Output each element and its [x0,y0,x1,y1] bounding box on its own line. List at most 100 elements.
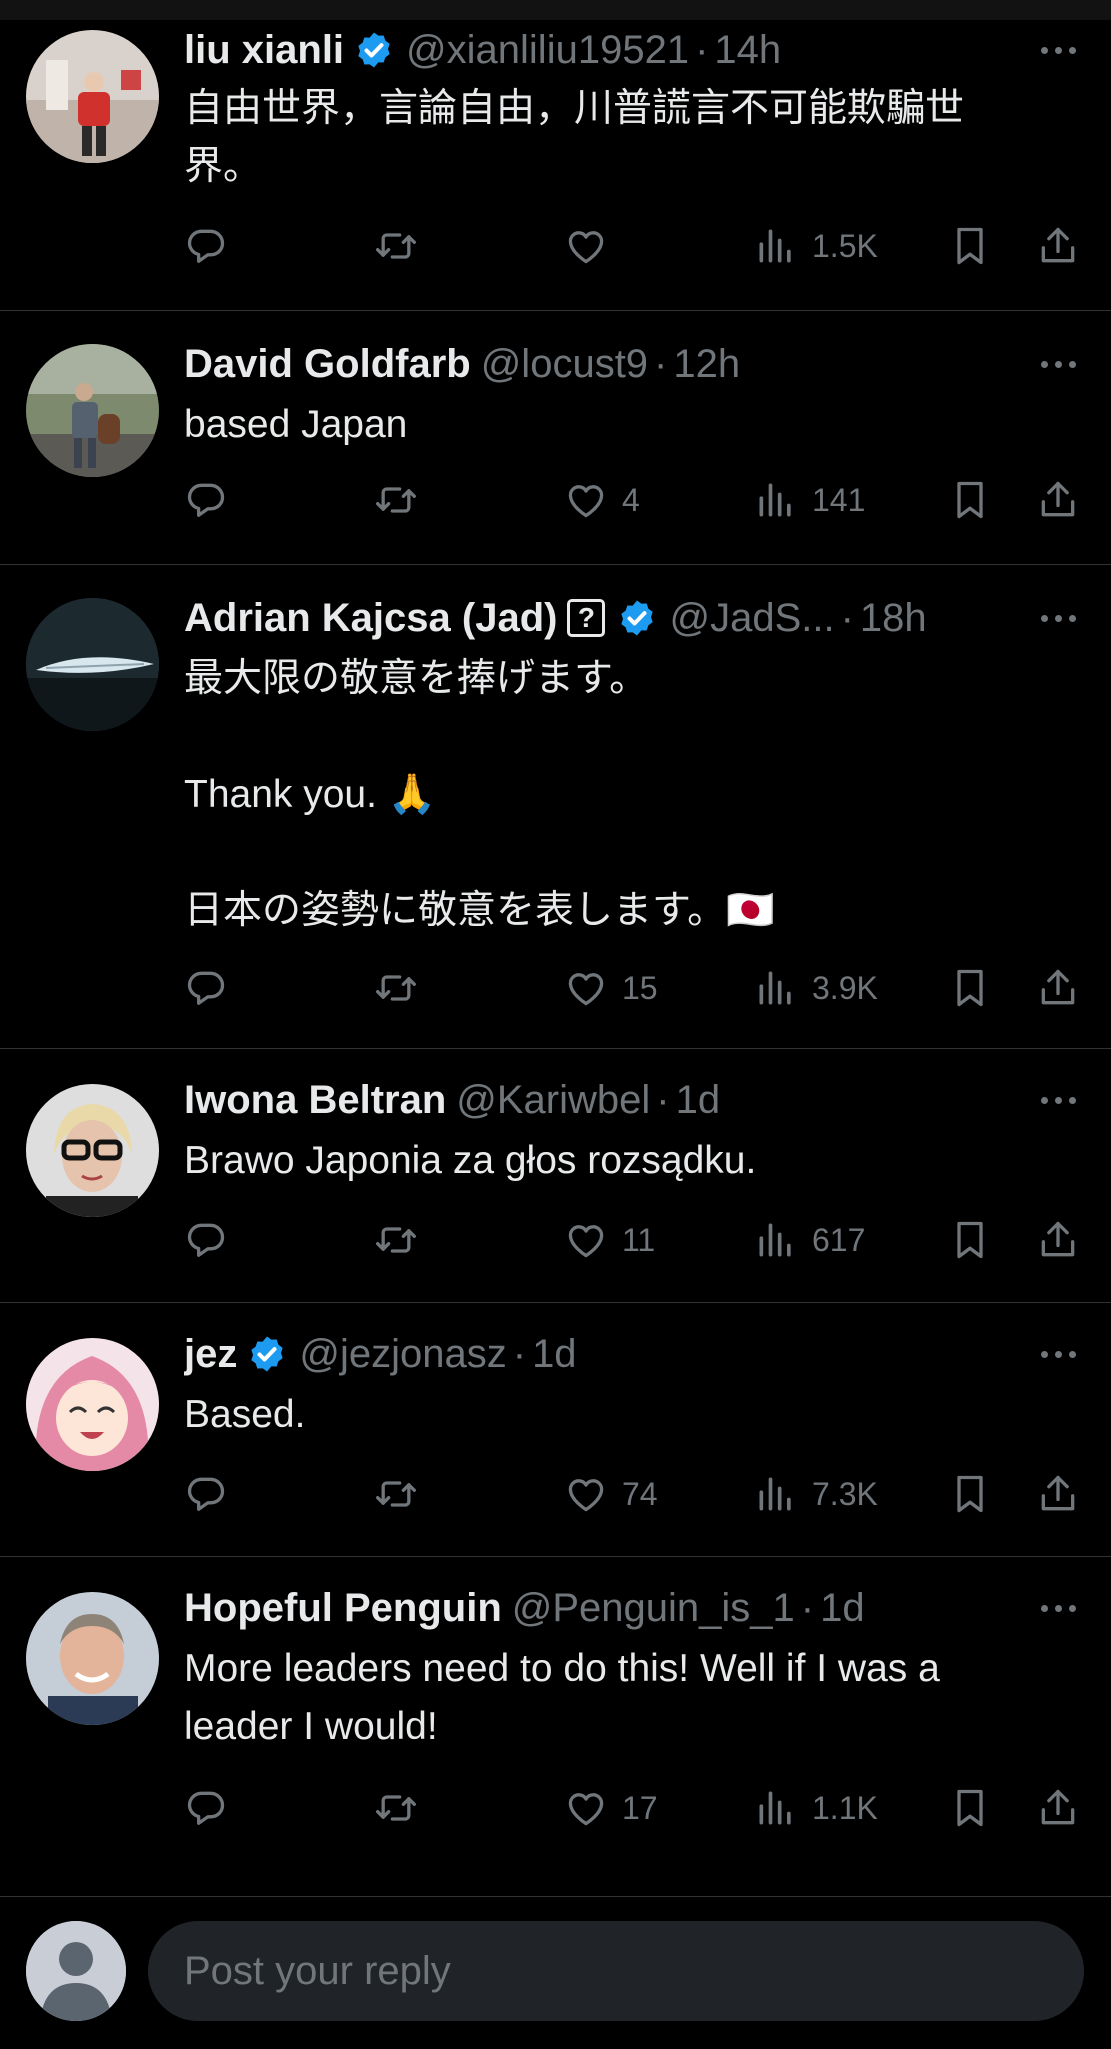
reply-button[interactable] [184,1778,228,1838]
bookmark-button[interactable] [948,958,992,1018]
views-chart-icon [759,483,791,517]
avatar-liu-xianli[interactable] [26,30,159,163]
bookmark-icon [957,1221,983,1259]
reply-button[interactable] [184,1464,228,1524]
share-button[interactable] [1036,470,1080,530]
share-button[interactable] [1036,216,1080,276]
repost-icon [376,1227,416,1253]
views-button[interactable]: 3.9K [754,958,878,1018]
bookmark-icon [957,1789,983,1827]
timestamp[interactable]: 1d [532,1332,577,1377]
reply-composer [0,1896,1111,2049]
tweet-actions: 15 3.9K [184,958,1091,1018]
handle[interactable]: @Penguin_is_1 [512,1586,795,1631]
repost-button[interactable] [374,216,418,276]
avatar-jez[interactable] [26,1338,159,1471]
views-button[interactable]: 7.3K [754,1464,878,1524]
repost-button[interactable] [374,1778,418,1838]
avatar-adrian-kajcsa[interactable] [26,598,159,731]
timestamp[interactable]: 14h [714,28,781,73]
share-icon [1041,969,1075,1005]
verified-badge-icon [251,1336,284,1372]
tweet-text-line [184,708,1081,766]
views-button[interactable]: 1.1K [754,1778,878,1838]
tweet-text: 最大限の敬意を捧げます。 Thank you. 🙏 日本の姿勢に敬意を表します。… [184,650,1081,940]
display-name[interactable]: jez [184,1332,237,1377]
timestamp[interactable]: 1d [676,1078,721,1123]
more-options-icon[interactable] [1033,1580,1083,1636]
tweet-actions: 1.5K [184,216,1091,276]
like-button[interactable]: 17 [564,1778,658,1838]
tweet-text-line: 自由世界，言論自由，川普謊言不可能欺騙世 [184,87,965,130]
separator-dot: · [512,1331,527,1376]
display-name[interactable]: David Goldfarb [184,342,471,387]
more-options-icon[interactable] [1033,1072,1083,1128]
more-options-icon[interactable] [1033,22,1083,78]
share-button[interactable] [1036,1210,1080,1270]
reply-button[interactable] [184,1210,228,1270]
bookmark-button[interactable] [948,470,992,530]
views-button[interactable]: 617 [754,1210,865,1270]
reply-button[interactable] [184,470,228,530]
avatar-iwona-beltran[interactable] [26,1084,159,1217]
timestamp[interactable]: 12h [673,342,740,387]
timestamp[interactable]: 18h [860,596,927,641]
display-name[interactable]: Hopeful Penguin [184,1586,502,1631]
tweet-0[interactable]: liu xianli @xianliliu19521 · 14h 自由世界，言論… [0,0,1111,311]
share-button[interactable] [1036,958,1080,1018]
bookmark-button[interactable] [948,1464,992,1524]
handle[interactable]: @Kariwbel [456,1078,650,1123]
view-count: 7.3K [812,1475,878,1512]
tweet-text: Brawo Japonia za głos rozsądku. [184,1132,1081,1190]
like-button[interactable] [564,216,622,276]
like-button[interactable]: 15 [564,958,658,1018]
tweet-5[interactable]: Hopeful Penguin @Penguin_is_1 · 1d More … [0,1556,1111,1896]
bookmark-button[interactable] [948,216,992,276]
like-button[interactable]: 11 [564,1210,655,1270]
default-avatar-icon [26,1921,126,2021]
my-avatar[interactable] [26,1921,126,2021]
more-options-icon[interactable] [1033,1326,1083,1382]
repost-button[interactable] [374,1464,418,1524]
handle[interactable]: @jezjonasz [299,1332,506,1377]
share-button[interactable] [1036,1778,1080,1838]
more-options-icon[interactable] [1033,336,1083,392]
bookmark-icon [957,1475,983,1513]
more-options-icon[interactable] [1033,590,1083,646]
views-button[interactable]: 1.5K [754,216,878,276]
handle[interactable]: @locust9 [481,342,648,387]
handle[interactable]: @JadS... [669,596,834,641]
handle[interactable]: @xianliliu19521 [406,28,689,73]
display-name[interactable]: Iwona Beltran [184,1078,446,1123]
timestamp[interactable]: 1d [820,1586,865,1631]
tweet-actions: 4 141 [184,470,1091,530]
repost-button[interactable] [374,1210,418,1270]
share-icon [1041,481,1075,517]
reply-input[interactable] [148,1921,1084,2021]
tweet-1[interactable]: David Goldfarb @locust9 · 12h based Japa… [0,310,1111,565]
tweet-4[interactable]: jez @jezjonasz · 1d Based. 74 7.3K [0,1302,1111,1557]
views-chart-icon [759,1477,791,1511]
heart-icon [568,1479,604,1512]
views-button[interactable]: 141 [754,470,865,530]
reply-button[interactable] [184,216,228,276]
reply-button[interactable] [184,958,228,1018]
avatar-david-goldfarb[interactable] [26,344,159,477]
bookmark-button[interactable] [948,1778,992,1838]
tweet-2[interactable]: Adrian Kajcsa (Jad) ? @JadS... · 18h 最大限… [0,564,1111,1049]
like-button[interactable]: 4 [564,470,640,530]
tweet-3[interactable]: Iwona Beltran @Kariwbel · 1d Brawo Japon… [0,1048,1111,1303]
heart-icon [568,1793,604,1826]
display-name[interactable]: Adrian Kajcsa (Jad) [184,596,557,641]
bookmark-button[interactable] [948,1210,992,1270]
like-count: 15 [622,969,658,1006]
repost-button[interactable] [374,470,418,530]
tweet-header: liu xianli @xianliliu19521 · 14h [184,22,991,78]
display-name[interactable]: liu xianli [184,28,344,73]
tweet-header: David Goldfarb @locust9 · 12h [184,336,991,392]
like-button[interactable]: 74 [564,1464,658,1524]
repost-button[interactable] [374,958,418,1018]
tweet-header: jez @jezjonasz · 1d [184,1326,991,1382]
avatar-hopeful-penguin[interactable] [26,1592,159,1725]
share-button[interactable] [1036,1464,1080,1524]
